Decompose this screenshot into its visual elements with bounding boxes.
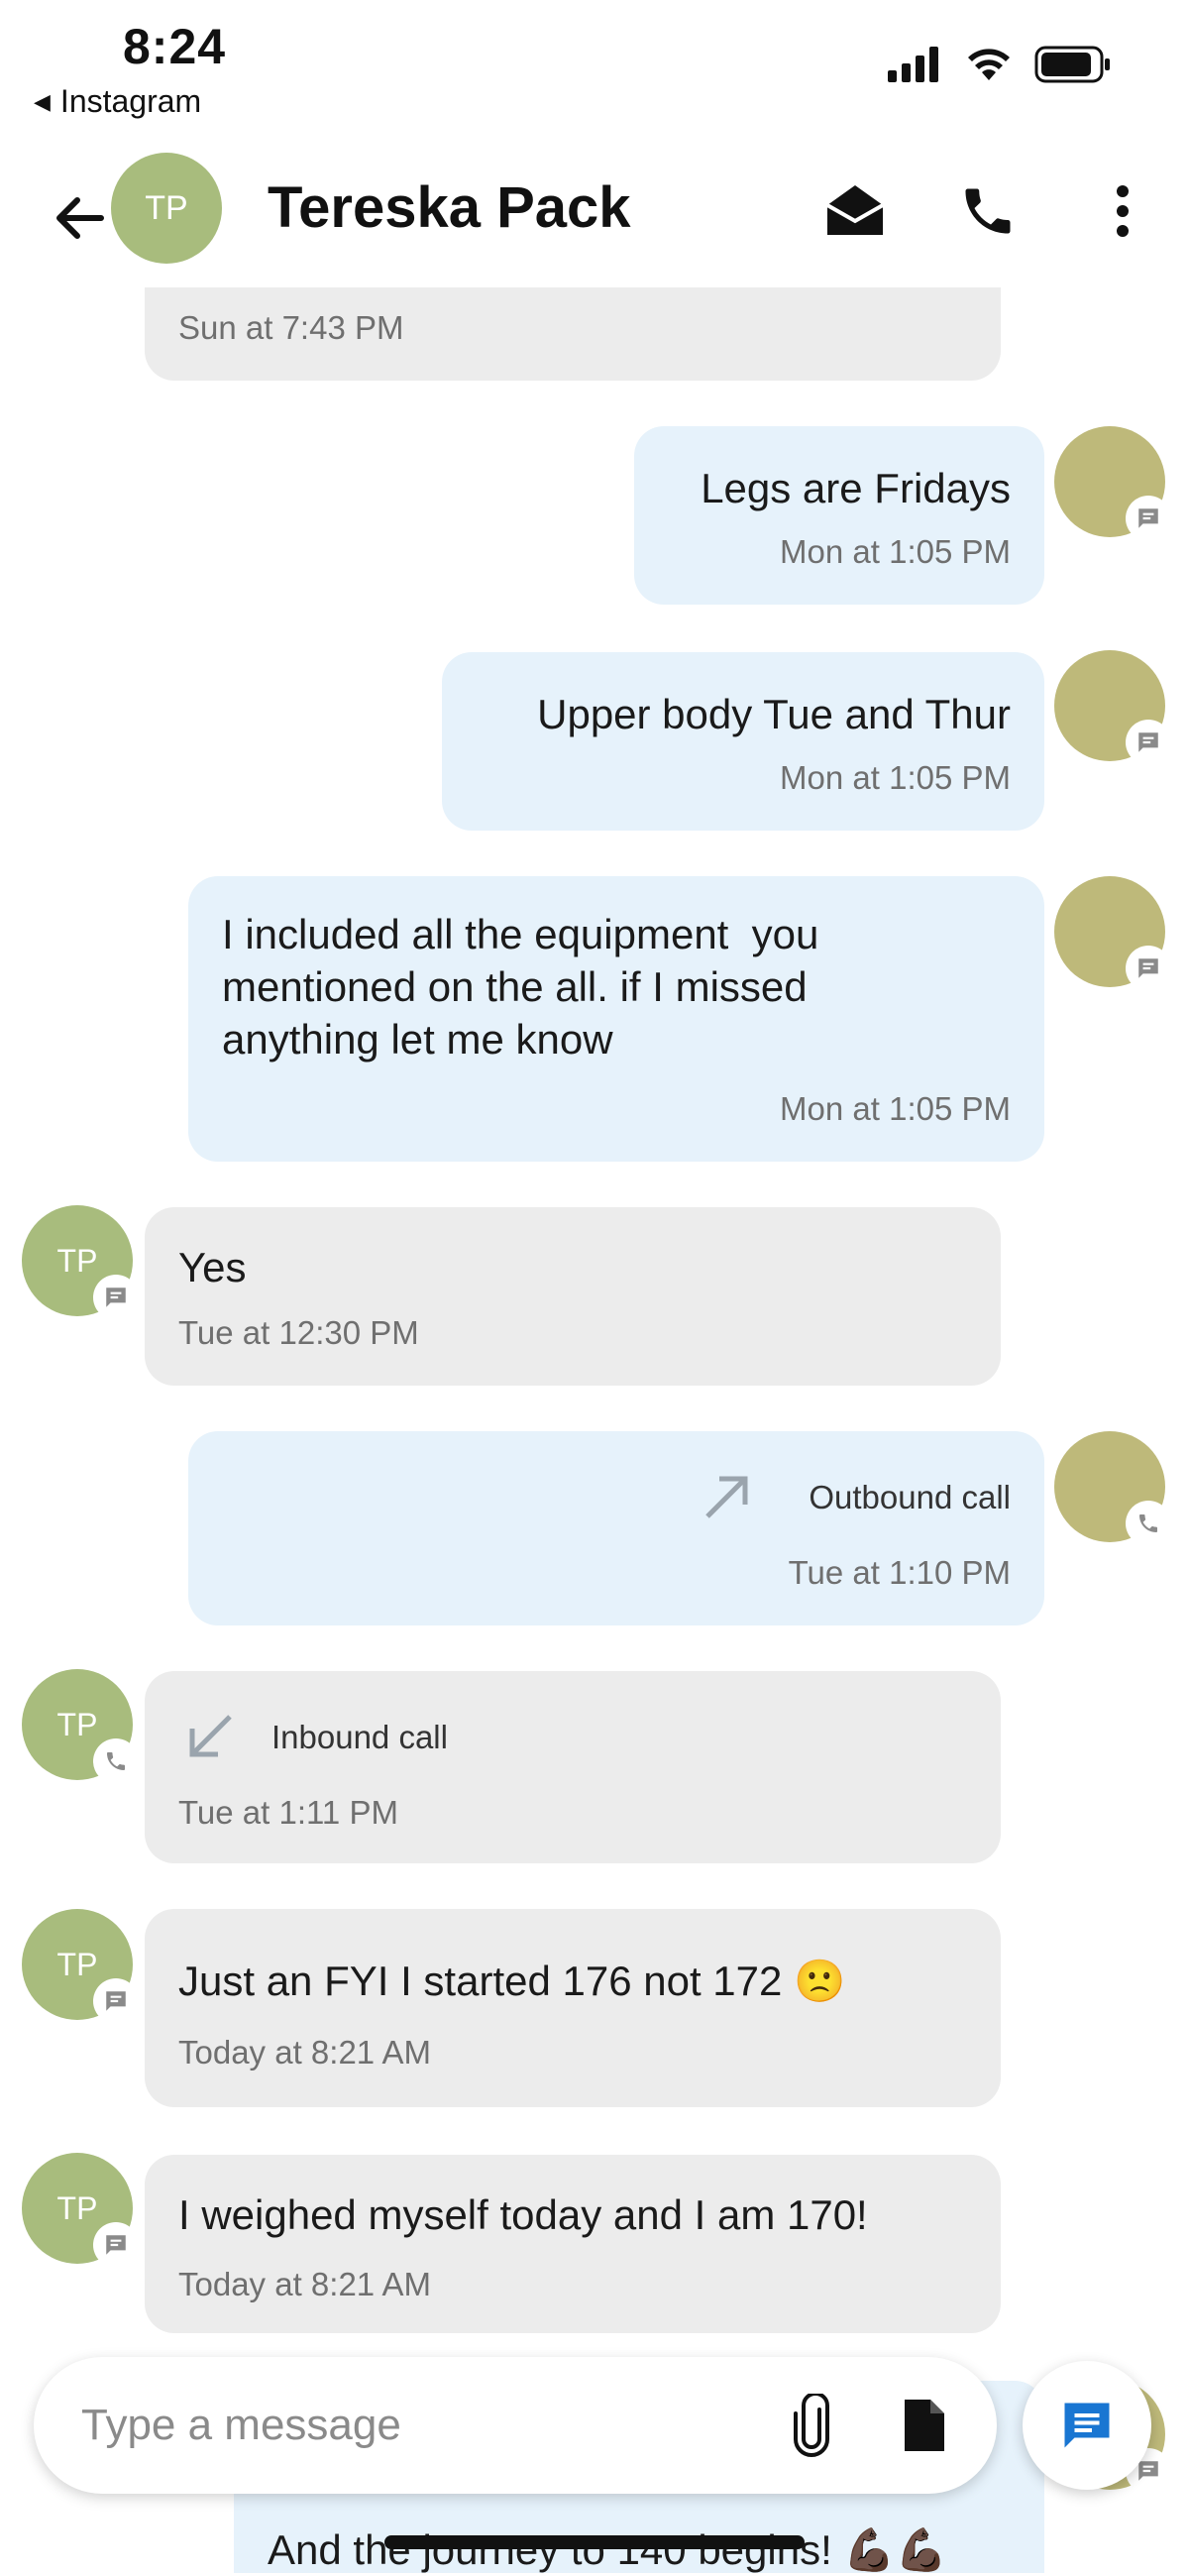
message-bubble[interactable]: I weighed myself today and I am 170! Tod… [145, 2155, 1001, 2333]
signal-icon [888, 47, 938, 82]
message-time: Mon at 1:05 PM [780, 1090, 1011, 1127]
call-type-label: Inbound call [271, 1719, 448, 1755]
message-badge [1128, 498, 1169, 539]
wifi-icon [968, 49, 1010, 80]
message-text: Just an FYI I started 176 not 172 🙁 [178, 1958, 846, 2004]
message-badge [95, 1980, 137, 2022]
message-icon [1064, 2403, 1110, 2448]
attach-button[interactable] [777, 2391, 846, 2460]
message-time: Mon at 1:05 PM [780, 533, 1011, 570]
message-text: I weighed myself today and I am 170! [178, 2191, 868, 2238]
outbound-call-arrow-icon [705, 1476, 748, 1518]
mail-open-icon [826, 185, 884, 235]
message-time: Sun at 7:43 PM [178, 309, 404, 346]
message-badge [1128, 948, 1169, 989]
contact-avatar-initials: TP [145, 188, 188, 227]
message-bubble[interactable]: Upper body Tue and Thur Mon at 1:05 PM [442, 652, 1044, 831]
message-text: I included all the equipment you mention… [222, 911, 819, 1063]
status-time: 8:24 [123, 19, 227, 74]
message-icon [106, 1288, 126, 1307]
message-icon [1138, 958, 1158, 978]
inbound-call-arrow-icon [189, 1715, 232, 1757]
back-triangle-icon: ◀ [34, 88, 51, 114]
message-time: Mon at 1:05 PM [780, 759, 1011, 796]
phone-icon [1139, 1514, 1157, 1532]
phone-icon [965, 188, 1011, 234]
self-avatar [1054, 426, 1169, 539]
back-arrow-icon[interactable] [50, 188, 109, 248]
insert-file-button[interactable] [890, 2391, 959, 2460]
message-time: Today at 8:21 AM [178, 2266, 431, 2302]
call-type-label: Outbound call [809, 1479, 1011, 1515]
message-text: Legs are Fridays [701, 465, 1011, 511]
message-input[interactable] [79, 2395, 777, 2456]
call-bubble[interactable]: Outbound call Tue at 1:10 PM [188, 1431, 1044, 1625]
message-bubble[interactable]: Just an FYI I started 176 not 172 🙁 Toda… [145, 1909, 1001, 2107]
mark-read-button[interactable] [820, 176, 890, 246]
avatar-initials: TP [56, 1242, 98, 1279]
phone-badge [1128, 1503, 1169, 1544]
more-vert-icon [1117, 185, 1129, 237]
message-text: And the journey to 140 begins! 💪🏿💪🏿 [268, 2526, 948, 2573]
status-icons [888, 46, 1112, 83]
message-composer [34, 2357, 997, 2494]
message-badge [95, 2224, 137, 2266]
avatar-initials: TP [56, 1946, 98, 1982]
paperclip-icon [794, 2394, 829, 2457]
avatar-initials: TP [56, 2189, 98, 2226]
battery-icon [1034, 46, 1110, 83]
message-icon [1138, 508, 1158, 528]
message-text: Upper body Tue and Thur [537, 691, 1011, 737]
home-indicator [384, 2535, 805, 2549]
phone-badge [95, 1740, 137, 1782]
message-icon [106, 2235, 126, 2255]
message-time: Tue at 1:11 PM [178, 1794, 398, 1831]
more-options-button[interactable] [1088, 176, 1157, 246]
message-time: Today at 8:21 AM [178, 2034, 431, 2071]
self-avatar [1054, 1431, 1169, 1544]
avatar-initials: TP [56, 1706, 98, 1742]
message-bubble[interactable]: Legs are Fridays Mon at 1:05 PM [634, 426, 1044, 605]
compose-message-fab[interactable] [1023, 2361, 1151, 2490]
conversation-header: TP Tereska Pack [0, 149, 1189, 287]
self-avatar [1054, 876, 1169, 989]
message-icon [1138, 732, 1158, 752]
message-bubble[interactable]: Yes Tue at 12:30 PM [145, 1207, 1001, 1386]
message-badge [95, 1277, 137, 1318]
phone-icon [107, 1752, 125, 1770]
message-badge [1128, 722, 1169, 763]
contact-avatar[interactable]: TP [22, 1909, 137, 2022]
contact-name[interactable]: Tereska Pack [268, 174, 631, 241]
contact-avatar[interactable]: TP [22, 1205, 137, 1318]
document-icon [905, 2400, 944, 2451]
message-icon [106, 1991, 126, 2011]
back-app-label: Instagram [59, 83, 202, 119]
message-time: Tue at 12:30 PM [178, 1314, 419, 1351]
message-bubble[interactable]: I included all the equipment you mention… [188, 876, 1044, 1162]
contact-avatar[interactable]: TP [111, 153, 222, 264]
message-text: Yes [178, 1244, 247, 1290]
call-bubble[interactable]: Inbound call Tue at 1:11 PM [145, 1671, 1001, 1863]
contact-avatar[interactable]: TP [22, 1669, 137, 1782]
back-to-app-link[interactable]: ◀ Instagram [34, 83, 201, 120]
contact-avatar[interactable]: TP [22, 2153, 137, 2266]
call-button[interactable] [953, 176, 1023, 246]
self-avatar [1054, 650, 1169, 763]
message-time: Tue at 1:10 PM [788, 1554, 1011, 1591]
